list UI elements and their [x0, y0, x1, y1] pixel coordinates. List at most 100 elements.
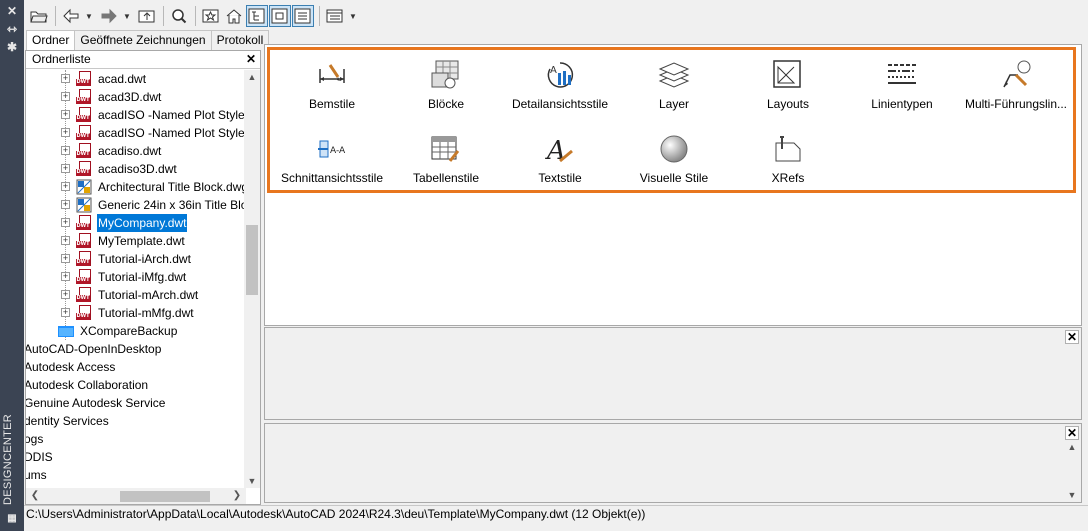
- tree-item[interactable]: + DWT Tutorial-mMfg.dwt: [26, 304, 246, 322]
- expand-node-icon[interactable]: +: [61, 164, 70, 173]
- expand-node-icon[interactable]: +: [61, 146, 70, 155]
- expand-node-icon[interactable]: +: [61, 254, 70, 263]
- tree-item[interactable]: ums: [26, 466, 246, 484]
- properties-gear-icon[interactable]: ✱: [4, 40, 20, 54]
- scroll-up-arrow-icon[interactable]: ▲: [244, 70, 260, 84]
- tree-item-label: acadISO -Named Plot Styles: [98, 108, 246, 122]
- description-scrollbar[interactable]: ▲ ▼: [1065, 442, 1079, 500]
- expand-node-icon[interactable]: +: [61, 74, 70, 83]
- tree-item[interactable]: Autodesk Collaboration: [26, 376, 246, 394]
- tree-item[interactable]: Autodesk Access: [26, 358, 246, 376]
- expand-node-icon[interactable]: +: [61, 218, 70, 227]
- expand-node-icon[interactable]: +: [61, 182, 70, 191]
- dwg-file-icon: [76, 179, 92, 195]
- preview-toggle-icon[interactable]: [269, 5, 291, 27]
- dwt-file-icon: DWT: [76, 233, 92, 249]
- content-item[interactable]: Tabellenstile: [391, 127, 501, 187]
- toolbar-separator: [163, 6, 164, 26]
- load-folder-icon[interactable]: [28, 5, 50, 27]
- tree-horizontal-scrollbar[interactable]: ❮ ❯: [26, 488, 246, 504]
- search-icon[interactable]: [168, 5, 190, 27]
- tree-item-label: Generic 24in x 36in Title Block: [98, 198, 246, 212]
- tree-item[interactable]: + DWT Tutorial-iArch.dwt: [26, 250, 246, 268]
- tree-item[interactable]: + DWT acadiso3D.dwt: [26, 160, 246, 178]
- description-scroll-down-icon[interactable]: ▼: [1065, 490, 1079, 500]
- close-preview-icon[interactable]: ✕: [1065, 330, 1079, 344]
- content-item-label: Visuelle Stile: [639, 171, 709, 185]
- expand-node-icon[interactable]: +: [61, 290, 70, 299]
- tree-item-label: Autodesk Collaboration: [26, 378, 149, 392]
- views-dropdown-icon[interactable]: ▼: [347, 5, 359, 27]
- tree-item[interactable]: DDIS: [26, 448, 246, 466]
- tree-item[interactable]: dentity Services: [26, 412, 246, 430]
- bottom-strip: [24, 523, 1088, 531]
- scroll-left-arrow-icon[interactable]: ❮: [28, 488, 42, 504]
- tree-item[interactable]: + DWT MyCompany.dwt: [26, 213, 246, 233]
- tree-item[interactable]: + DWT acadiso.dwt: [26, 142, 246, 160]
- content-item[interactable]: Blöcke: [391, 53, 501, 113]
- content-item[interactable]: A Detailansichtsstile: [505, 53, 615, 113]
- expand-node-icon[interactable]: +: [61, 236, 70, 245]
- tab-open-drawings[interactable]: Geöffnete Zeichnungen: [74, 30, 212, 50]
- tree-item[interactable]: + DWT acadISO -Named Plot Styles: [26, 124, 246, 142]
- tree-item[interactable]: + DWT Tutorial-mArch.dwt: [26, 286, 246, 304]
- expand-node-icon[interactable]: +: [61, 308, 70, 317]
- scroll-right-arrow-icon[interactable]: ❯: [230, 488, 244, 504]
- tree-item[interactable]: + DWT acadISO -Named Plot Styles: [26, 106, 246, 124]
- tree-item-label: Genuine Autodesk Service: [26, 396, 166, 410]
- content-item[interactable]: Linientypen: [847, 53, 957, 113]
- tree-item[interactable]: AutoCAD-OpenInDesktop: [26, 340, 246, 358]
- tree-item[interactable]: ogs: [26, 430, 246, 448]
- tree-item[interactable]: + Generic 24in x 36in Title Block: [26, 196, 246, 214]
- content-item[interactable]: Bemstile: [277, 53, 387, 113]
- tab-folders[interactable]: Ordner: [26, 30, 76, 51]
- tree-item-label: XCompareBackup: [80, 324, 178, 338]
- expand-node-icon[interactable]: +: [61, 128, 70, 137]
- folder-list-panel: Ordnerliste ✕ + DWT acad.dwt + DWT acad3D.dwt…: [25, 50, 261, 505]
- back-arrow-icon[interactable]: [60, 5, 82, 27]
- back-dropdown-icon[interactable]: ▼: [83, 5, 95, 27]
- content-item[interactable]: A-A Schnittansichtsstile: [277, 127, 387, 187]
- tree-view-toggle-icon[interactable]: [246, 5, 268, 27]
- tree-vertical-scrollbar[interactable]: ▲ ▼: [244, 70, 260, 488]
- auto-hide-icon[interactable]: ⇿: [4, 22, 20, 36]
- description-toggle-icon[interactable]: [292, 5, 314, 27]
- close-folder-list-icon[interactable]: ✕: [246, 52, 256, 66]
- up-folder-icon[interactable]: [136, 5, 158, 27]
- forward-dropdown-icon[interactable]: ▼: [121, 5, 133, 27]
- table-style-icon: [430, 133, 462, 165]
- horizontal-scroll-thumb[interactable]: [120, 491, 210, 502]
- tree-item[interactable]: + DWT MyTemplate.dwt: [26, 232, 246, 250]
- vertical-scroll-thumb[interactable]: [246, 225, 258, 295]
- content-item[interactable]: Multi-Führungslin...: [961, 53, 1071, 113]
- home-icon[interactable]: [223, 5, 245, 27]
- forward-arrow-icon[interactable]: [98, 5, 120, 27]
- description-scroll-up-icon[interactable]: ▲: [1065, 442, 1079, 452]
- views-icon[interactable]: [324, 5, 346, 27]
- tab-history[interactable]: Protokoll: [210, 30, 270, 50]
- content-item[interactable]: A Textstile: [505, 127, 615, 187]
- tree-item[interactable]: + DWT Tutorial-iMfg.dwt: [26, 268, 246, 286]
- content-item[interactable]: Layouts: [733, 53, 843, 113]
- palette-side-strip: ✕ ⇿ ✱ DESIGNCENTER ▦: [0, 0, 24, 531]
- dwt-file-icon: DWT: [76, 89, 92, 105]
- expand-node-icon[interactable]: +: [61, 272, 70, 281]
- tree-item[interactable]: + DWT acad3D.dwt: [26, 88, 246, 106]
- tree-item[interactable]: Genuine Autodesk Service: [26, 394, 246, 412]
- expand-node-icon[interactable]: +: [61, 92, 70, 101]
- content-item[interactable]: XRefs: [733, 127, 843, 187]
- favorites-icon[interactable]: [200, 5, 222, 27]
- palette-menu-icon[interactable]: ▦: [4, 512, 20, 526]
- dwt-file-icon: DWT: [76, 125, 92, 141]
- expand-node-icon[interactable]: +: [61, 110, 70, 119]
- tree-item[interactable]: + DWT acad.dwt: [26, 70, 246, 88]
- scroll-down-arrow-icon[interactable]: ▼: [244, 474, 260, 488]
- content-item[interactable]: Visuelle Stile: [619, 127, 729, 187]
- expand-node-icon[interactable]: +: [61, 200, 70, 209]
- close-palette-icon[interactable]: ✕: [4, 4, 20, 18]
- tree-item[interactable]: XCompareBackup: [26, 322, 246, 340]
- tree-item[interactable]: + Architectural Title Block.dwg: [26, 178, 246, 196]
- close-description-icon[interactable]: ✕: [1065, 426, 1079, 440]
- content-item-label: Schnittansichtsstile: [280, 171, 384, 185]
- content-item[interactable]: Layer: [619, 53, 729, 113]
